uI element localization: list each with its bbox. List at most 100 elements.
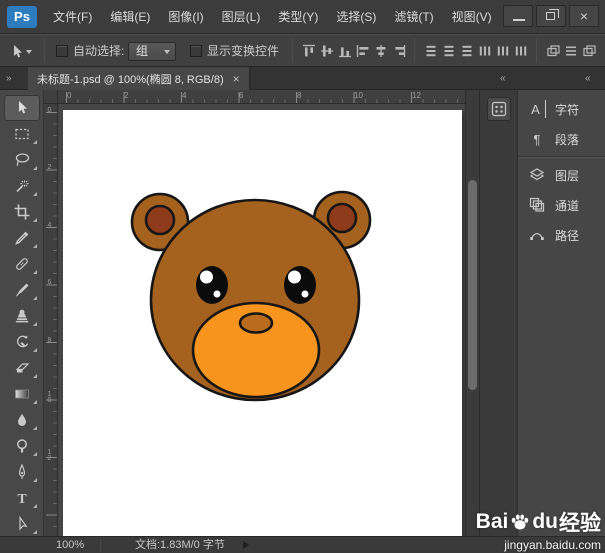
move-tool-icon: [13, 99, 31, 117]
move-tool[interactable]: [4, 95, 40, 121]
history-brush-tool[interactable]: [4, 329, 40, 355]
workspace-stack-icon[interactable]: [580, 43, 598, 59]
distribute-horizontal-centers-icon[interactable]: [494, 43, 512, 59]
healing-brush-tool[interactable]: [4, 251, 40, 277]
align-horizontal-centers-icon[interactable]: [372, 43, 390, 59]
distribute-left-icon[interactable]: [476, 43, 494, 59]
vertical-scrollbar[interactable]: [465, 90, 479, 536]
panel-dock: A 字符 ¶ 段落 图层 通道 路径: [517, 90, 605, 536]
type-tool[interactable]: T: [4, 485, 40, 511]
window-minimize-button[interactable]: [503, 5, 533, 27]
bear-left-eye-highlight-small: [214, 291, 221, 298]
ruler-number: 2: [124, 91, 128, 100]
tool-options-bar: 自动选择: 组 显示变换控件: [0, 34, 605, 67]
lasso-tool[interactable]: [4, 147, 40, 173]
character-panel-icon: A: [528, 100, 546, 118]
title-menu-bar: Ps 文件(F) 编辑(E) 图像(I) 图层(L) 类型(Y) 选择(S) 滤…: [0, 0, 605, 34]
baidu-jingyan-watermark: Bai du 经验 jingyan.baidu.com: [476, 507, 601, 552]
crop-tool[interactable]: [4, 199, 40, 225]
menu-image[interactable]: 图像(I): [159, 0, 212, 34]
ruler-number: 6: [239, 91, 243, 100]
tab-close-icon[interactable]: ×: [233, 72, 240, 86]
healing-brush-tool-icon: [13, 255, 31, 273]
rectangular-marquee-tool[interactable]: [4, 121, 40, 147]
document-canvas[interactable]: [63, 110, 462, 536]
align-top-edges-icon[interactable]: [300, 43, 318, 59]
dock-strip-collapse-icon[interactable]: «: [500, 67, 506, 90]
status-separator: [100, 539, 101, 552]
ruler-number: 10: [354, 91, 363, 100]
clone-stamp-tool[interactable]: [4, 303, 40, 329]
tool-preset-picker[interactable]: [8, 42, 34, 62]
distribute-vertical-centers-icon[interactable]: [440, 43, 458, 59]
brush-tool[interactable]: [4, 277, 40, 303]
window-close-button[interactable]: ×: [569, 5, 599, 27]
panel-button-channels[interactable]: 通道: [528, 194, 579, 216]
ruler-number: 0: [44, 108, 55, 114]
dodge-tool[interactable]: [4, 433, 40, 459]
baidu-paw-icon: [510, 512, 530, 532]
menu-file[interactable]: 文件(F): [44, 0, 101, 34]
distribute-top-icon[interactable]: [422, 43, 440, 59]
ruler-origin-corner[interactable]: [44, 90, 58, 104]
menu-type[interactable]: 类型(Y): [269, 0, 327, 34]
eyedropper-tool[interactable]: [4, 225, 40, 251]
eraser-tool[interactable]: [4, 355, 40, 381]
document-tab[interactable]: 未标题-1.psd @ 100%(椭圆 8, RGB/8) ×: [28, 67, 250, 90]
clone-stamp-tool-icon: [13, 307, 31, 325]
canvas-area: [58, 104, 465, 536]
workspace-lines-icon[interactable]: [562, 43, 580, 59]
menu-select[interactable]: 选择(S): [327, 0, 385, 34]
panel-label: 通道: [555, 197, 579, 214]
panel-label: 路径: [555, 227, 579, 244]
history-brush-tool-icon: [13, 333, 31, 351]
align-right-edges-icon[interactable]: [390, 43, 408, 59]
rectangular-marquee-tool-icon: [13, 125, 31, 143]
toolbar-expand-icon[interactable]: »: [6, 67, 12, 90]
document-tab-bar: » 未标题-1.psd @ 100%(椭圆 8, RGB/8) × « «: [0, 67, 605, 90]
align-left-edges-icon[interactable]: [354, 43, 372, 59]
panel-button-layers[interactable]: 图层: [528, 164, 579, 186]
bear-left-eye-highlight: [200, 271, 213, 284]
vertical-scrollbar-thumb[interactable]: [468, 180, 477, 390]
bear-right-eye: [284, 266, 316, 304]
menu-layer[interactable]: 图层(L): [213, 0, 270, 34]
window-controls: ×: [503, 5, 599, 27]
watermark-brand-prefix: Bai: [476, 510, 509, 534]
panel-button-character[interactable]: A 字符: [528, 98, 579, 120]
distribute-right-icon[interactable]: [512, 43, 530, 59]
ruler-number: 0: [67, 91, 71, 100]
align-vertical-centers-icon[interactable]: [318, 43, 336, 59]
menu-view[interactable]: 视图(V): [443, 0, 501, 34]
bear-left-eye: [196, 266, 228, 304]
misc-buttons-group: [544, 43, 598, 59]
status-menu-arrow-icon[interactable]: [243, 541, 249, 549]
blur-tool[interactable]: [4, 407, 40, 433]
document-tab-title: 未标题-1.psd @ 100%(椭圆 8, RGB/8): [37, 71, 224, 87]
gradient-tool[interactable]: [4, 381, 40, 407]
align-buttons-group: [300, 43, 408, 59]
zoom-level-field[interactable]: 100%: [56, 537, 84, 553]
bear-right-eye-highlight-small: [302, 291, 309, 298]
options-separator: [292, 39, 293, 63]
pen-tool[interactable]: [4, 459, 40, 485]
window-restore-button[interactable]: [536, 5, 566, 27]
panel-collapse-icon[interactable]: «: [585, 67, 591, 90]
magic-wand-tool[interactable]: [4, 173, 40, 199]
auto-select-checkbox[interactable]: [56, 45, 68, 57]
options-separator: [414, 39, 415, 63]
panel-button-paths[interactable]: 路径: [528, 224, 579, 246]
path-selection-tool[interactable]: [4, 511, 40, 537]
auto-align-layers-icon[interactable]: [544, 43, 562, 59]
panel-button-paragraph[interactable]: ¶ 段落: [528, 128, 579, 150]
menu-edit[interactable]: 编辑(E): [101, 0, 159, 34]
type-tool-icon: T: [13, 489, 31, 507]
pen-tool-icon: [13, 463, 31, 481]
menu-filter[interactable]: 滤镜(T): [385, 0, 442, 34]
align-bottom-edges-icon[interactable]: [336, 43, 354, 59]
show-transform-checkbox[interactable]: [190, 45, 202, 57]
docked-panel-button[interactable]: [487, 97, 511, 121]
ruler-number: 2: [44, 165, 55, 171]
auto-select-dropdown[interactable]: 组: [128, 42, 176, 61]
distribute-bottom-icon[interactable]: [458, 43, 476, 59]
